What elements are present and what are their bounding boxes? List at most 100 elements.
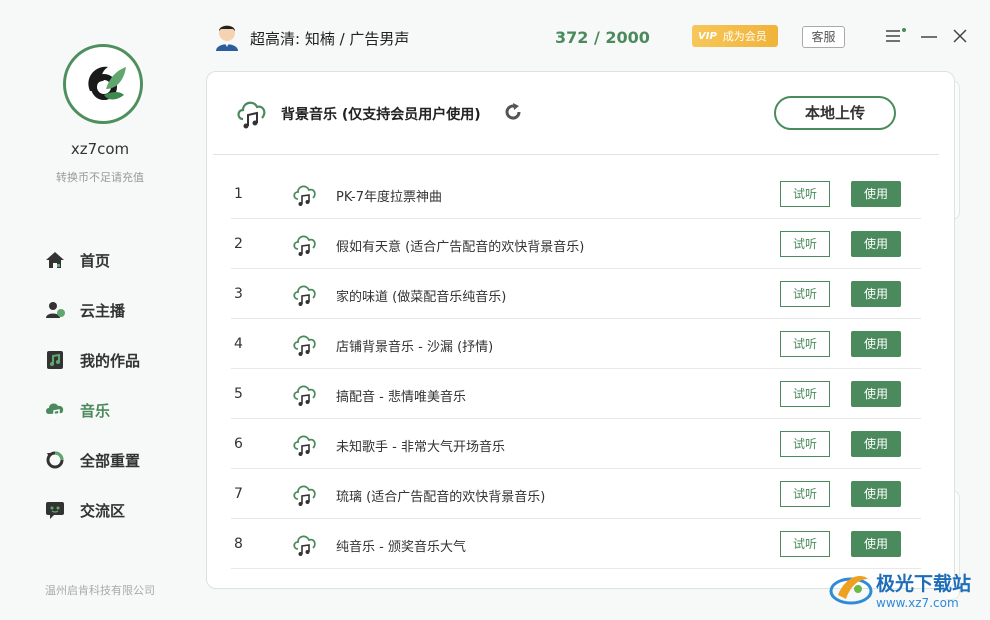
track-index: 5	[234, 386, 243, 402]
watermark-title: 极光下载站	[876, 573, 972, 595]
divider	[213, 154, 939, 155]
menu-icon	[886, 28, 906, 42]
listen-button[interactable]: 试听	[780, 431, 830, 457]
track-row: 8 纯音乐 - 颁奖音乐大气 试听 使用	[231, 519, 921, 569]
chat-icon	[44, 499, 66, 521]
sidebar-item-label: 云主播	[80, 301, 126, 320]
listen-button[interactable]: 试听	[780, 281, 830, 307]
track-row: 4 店铺背景音乐 - 沙漏 (抒情) 试听 使用	[231, 319, 921, 369]
use-button[interactable]: 使用	[851, 381, 901, 407]
listen-button[interactable]: 试听	[780, 381, 830, 407]
track-name: 琉璃 (适合广告配音的欢快背景音乐)	[336, 490, 546, 505]
home-icon	[44, 249, 66, 271]
app-logo	[63, 44, 143, 124]
use-button[interactable]: 使用	[851, 431, 901, 457]
close-icon	[953, 29, 967, 43]
vip-button[interactable]: VIP 成为会员	[692, 25, 778, 47]
track-name: PK-7年度拉票神曲	[336, 190, 442, 205]
logo-icon	[78, 59, 128, 109]
track-index: 8	[234, 536, 243, 552]
music-cloud-icon	[292, 182, 318, 210]
menu-button[interactable]	[884, 28, 906, 48]
works-icon	[44, 349, 66, 371]
username: xz7com	[70, 140, 130, 158]
sidebar-item-label: 交流区	[80, 501, 126, 520]
music-cloud-icon	[292, 432, 318, 460]
track-name: 店铺背景音乐 - 沙漏 (抒情)	[336, 340, 494, 355]
avatar[interactable]	[214, 23, 240, 51]
use-button[interactable]: 使用	[851, 531, 901, 557]
track-name: 搞配音 - 悲情唯美音乐	[336, 390, 466, 405]
track-row: 7 琉璃 (适合广告配音的欢快背景音乐) 试听 使用	[231, 469, 921, 519]
track-index: 3	[234, 286, 243, 302]
reset-icon	[44, 449, 66, 471]
track-row: 2 假如有天意 (适合广告配音的欢快背景音乐) 试听 使用	[231, 219, 921, 269]
anchor-icon	[44, 299, 66, 321]
listen-button[interactable]: 试听	[780, 331, 830, 357]
vip-label: 成为会员	[722, 30, 767, 43]
music-cloud-icon	[292, 232, 318, 260]
listen-button[interactable]: 试听	[780, 481, 830, 507]
watermark-logo-icon	[829, 576, 873, 605]
track-name: 未知歌手 - 非常大气开场音乐	[336, 440, 505, 455]
balance-note[interactable]: 转换币不足请充值	[0, 169, 200, 185]
listen-button[interactable]: 试听	[780, 181, 830, 207]
vip-tag: VIP	[698, 30, 717, 42]
service-button[interactable]: 客服	[802, 26, 845, 48]
track-row: 3 家的味道 (做菜配音乐纯音乐) 试听 使用	[231, 269, 921, 319]
sidebar-nav: 首页 云主播 我的作品 音乐 全部重置 交流区	[44, 235, 140, 535]
minimize-icon	[921, 36, 937, 38]
track-index: 2	[234, 236, 243, 252]
use-button[interactable]: 使用	[851, 181, 901, 207]
listen-button[interactable]: 试听	[780, 531, 830, 557]
sidebar-item-label: 我的作品	[80, 351, 141, 370]
music-cloud-icon	[292, 332, 318, 360]
music-panel: 背景音乐 (仅支持会员用户使用) 本地上传 1 PK-7年度拉票神曲 试听 使用 2 假如…	[206, 71, 955, 589]
use-button[interactable]: 使用	[851, 231, 901, 257]
panel-title: 背景音乐 (仅支持会员用户使用)	[281, 107, 481, 123]
avatar-icon	[216, 25, 238, 51]
header: 超高清: 知楠 / 广告男声 372 / 2000 VIP 成为会员 客服	[200, 0, 990, 72]
use-button[interactable]: 使用	[851, 481, 901, 507]
track-row: 1 PK-7年度拉票神曲 试听 使用	[231, 169, 921, 219]
use-button[interactable]: 使用	[851, 331, 901, 357]
track-name: 纯音乐 - 颁奖音乐大气	[336, 540, 466, 555]
quota-counter: 372 / 2000	[555, 28, 650, 47]
track-list: 1 PK-7年度拉票神曲 试听 使用 2 假如有天意 (适合广告配音的欢快背景音乐) 试听使…	[231, 169, 921, 569]
sidebar-item-reset[interactable]: 全部重置	[44, 435, 140, 485]
track-name: 家的味道 (做菜配音乐纯音乐)	[336, 290, 507, 305]
track-row: 6 未知歌手 - 非常大气开场音乐 试听 使用	[231, 419, 921, 469]
music-cloud-icon	[292, 482, 318, 510]
sidebar-item-chat[interactable]: 交流区	[44, 485, 140, 535]
minimize-button[interactable]	[920, 28, 938, 48]
refresh-button[interactable]	[503, 102, 523, 126]
music-cloud-icon	[292, 282, 318, 310]
track-index: 4	[234, 336, 243, 352]
watermark-url: www.xz7.com	[876, 596, 959, 610]
sidebar-item-anchor[interactable]: 云主播	[44, 285, 140, 335]
local-upload-button[interactable]: 本地上传	[774, 96, 896, 130]
music-cloud-icon	[44, 399, 66, 421]
track-index: 6	[234, 436, 243, 452]
sidebar-item-label: 全部重置	[80, 451, 141, 470]
sidebar-item-home[interactable]: 首页	[44, 235, 140, 285]
music-cloud-icon	[292, 532, 318, 560]
sidebar-item-label: 首页	[80, 251, 111, 270]
track-row: 5 搞配音 - 悲情唯美音乐 试听 使用	[231, 369, 921, 419]
sidebar: xz7com 转换币不足请充值 首页 云主播 我的作品 音乐 全部重置 交流区 …	[0, 0, 200, 620]
watermark: 极光下载站 www.xz7.com	[828, 565, 988, 615]
sidebar-item-works[interactable]: 我的作品	[44, 335, 140, 385]
music-cloud-icon	[235, 97, 269, 133]
use-button[interactable]: 使用	[851, 281, 901, 307]
close-button[interactable]	[952, 28, 968, 48]
sidebar-item-label: 音乐	[80, 401, 111, 420]
track-index: 1	[234, 186, 243, 202]
music-cloud-icon	[292, 382, 318, 410]
sidebar-item-music[interactable]: 音乐	[44, 385, 140, 435]
track-name: 假如有天意 (适合广告配音的欢快背景音乐)	[336, 240, 585, 255]
track-index: 7	[234, 486, 243, 502]
refresh-icon	[505, 103, 521, 120]
company-name: 温州启肯科技有限公司	[45, 584, 155, 597]
listen-button[interactable]: 试听	[780, 231, 830, 257]
voice-label[interactable]: 超高清: 知楠 / 广告男声	[250, 28, 409, 49]
